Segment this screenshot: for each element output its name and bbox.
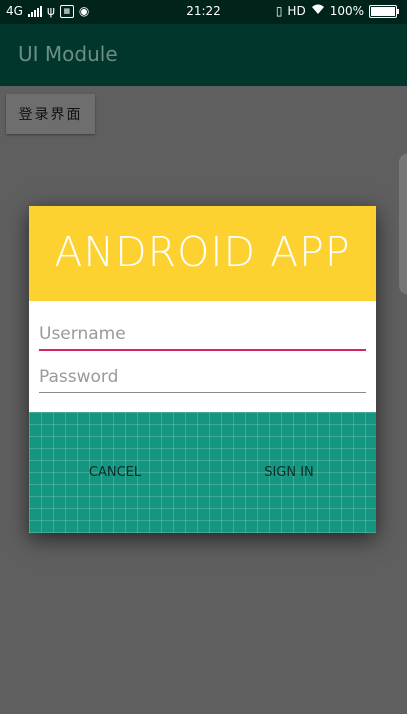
app-title: UI Module <box>18 42 118 66</box>
hd-label: HD <box>287 4 306 18</box>
edge-handle[interactable] <box>399 154 407 294</box>
dialog-header: ANDROID APP <box>29 206 376 301</box>
battery-fill <box>371 6 395 16</box>
password-field[interactable] <box>39 362 366 393</box>
status-right: ▯ HD 100% <box>275 4 399 18</box>
wifi-icon <box>311 4 325 18</box>
login-screen-button[interactable]: 登录界面 <box>6 94 95 134</box>
status-bar: 4G ψ ▦ ◉ 21:22 ▯ HD 100% <box>0 0 407 24</box>
cancel-button[interactable]: CANCEL <box>79 460 151 484</box>
vibrate-icon: ▯ <box>275 4 283 18</box>
battery-percent: 100% <box>329 4 364 18</box>
dialog-footer: CANCEL SIGN IN <box>29 412 376 533</box>
sign-in-button[interactable]: SIGN IN <box>257 460 321 484</box>
login-dialog: ANDROID APP CANCEL SIGN IN <box>29 206 376 533</box>
dialog-body <box>29 301 376 412</box>
username-field[interactable] <box>39 319 366 351</box>
dialog-title: ANDROID APP <box>54 228 351 276</box>
battery-icon <box>369 4 399 18</box>
app-bar: UI Module <box>0 24 407 86</box>
